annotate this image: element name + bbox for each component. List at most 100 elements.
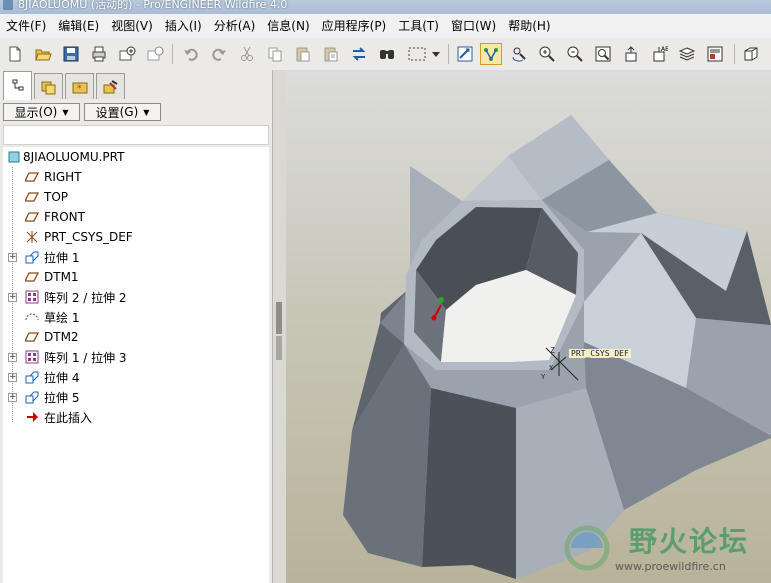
tree-item-extrude-1[interactable]: + 拉伸 1 (3, 247, 269, 267)
csys-y-label: Y (541, 373, 546, 381)
svg-text:AB: AB (661, 46, 668, 53)
favorites-tab-icon[interactable]: * (65, 73, 94, 99)
menu-help[interactable]: 帮助(H) (502, 14, 556, 38)
refit-icon[interactable] (592, 43, 614, 65)
folder-browser-tab-icon[interactable] (34, 73, 63, 99)
menu-window[interactable]: 窗口(W) (445, 14, 502, 38)
tree-item-extrude-4[interactable]: + 拉伸 4 (3, 367, 269, 387)
csys-icon (25, 230, 39, 244)
window-title: 8JIAOLUOMU (活动的) - Pro/ENGINEER Wildfire… (18, 0, 288, 11)
tree-item-insert-here[interactable]: 在此插入 (3, 407, 269, 427)
dropdown-arrow-icon[interactable] (430, 43, 442, 65)
tree-item-dtm1[interactable]: DTM1 (3, 267, 269, 287)
tree-item-right[interactable]: RIGHT (3, 167, 269, 187)
part-icon (7, 150, 21, 164)
extrude-icon (25, 370, 39, 384)
expand-icon[interactable]: + (8, 252, 17, 262)
csys-label: PRT_CSYS_DEF (569, 349, 631, 358)
paste-icon[interactable] (292, 43, 314, 65)
panel-splitter[interactable] (272, 70, 286, 583)
email-icon[interactable] (116, 43, 138, 65)
reorient-icon[interactable] (620, 43, 642, 65)
datum-display-icon[interactable] (480, 43, 502, 65)
copy-icon[interactable] (264, 43, 286, 65)
tree-item-top[interactable]: TOP (3, 187, 269, 207)
tree-item-label: PRT_CSYS_DEF (44, 230, 133, 244)
display-style-icon[interactable] (704, 43, 726, 65)
expand-icon[interactable]: + (8, 292, 17, 302)
datum-plane-icon (25, 270, 39, 284)
app-icon (3, 0, 13, 10)
print-icon[interactable] (88, 43, 110, 65)
spin-center-icon[interactable] (508, 43, 530, 65)
forum-watermark: 野火论坛 www.proewildfire.cn (561, 518, 769, 580)
tree-item-extrude-5[interactable]: + 拉伸 5 (3, 387, 269, 407)
menu-info[interactable]: 信息(N) (261, 14, 315, 38)
show-dropdown-button[interactable]: 显示 (O) ▼ (3, 103, 80, 121)
tree-item-label: 阵列 2 / 拉伸 2 (44, 290, 127, 305)
undo-icon[interactable] (180, 43, 202, 65)
settings-dropdown-button[interactable]: 设置 (G) ▼ (84, 103, 161, 121)
tree-item-label: RIGHT (44, 170, 82, 184)
save-icon[interactable] (60, 43, 82, 65)
open-icon[interactable] (32, 43, 54, 65)
navigator-tabs: * (0, 70, 272, 100)
tree-item-label: DTM2 (44, 330, 79, 344)
redo-icon[interactable] (208, 43, 230, 65)
tree-item-pattern-1[interactable]: + 阵列 1 / 拉伸 3 (3, 347, 269, 367)
tree-item-label: 8JIAOLUOMU.PRT (23, 150, 125, 164)
extrude-icon (25, 250, 39, 264)
graphics-window[interactable]: Z PRT_CSYS_DEF X Y 野火论坛 www.proewildfire… (286, 70, 771, 583)
tree-item-dtm2[interactable]: DTM2 (3, 327, 269, 347)
find-icon[interactable] (376, 43, 398, 65)
tree-item-csys[interactable]: PRT_CSYS_DEF (3, 227, 269, 247)
model-tree-view-icon[interactable] (454, 43, 476, 65)
model-tree-tab-icon[interactable] (3, 71, 32, 100)
email-link-icon[interactable] (144, 43, 166, 65)
pattern-icon (25, 290, 39, 304)
paste-special-icon[interactable] (320, 43, 342, 65)
menu-tools[interactable]: 工具(T) (392, 14, 445, 38)
tree-item-label: FRONT (44, 210, 85, 224)
model-tree: 8JIAOLUOMU.PRT RIGHT TOP FRONT PRT_CSYS_… (3, 147, 269, 583)
menu-applications[interactable]: 应用程序(P) (316, 14, 393, 38)
tree-item-part[interactable]: 8JIAOLUOMU.PRT (3, 147, 269, 167)
cut-icon[interactable] (236, 43, 258, 65)
splitter-grip[interactable] (276, 336, 282, 360)
cube-view-icon[interactable] (740, 43, 762, 65)
menu-view[interactable]: 视图(V) (105, 14, 159, 38)
tree-item-label: 拉伸 5 (44, 390, 80, 405)
splitter-grip[interactable] (276, 302, 282, 334)
chevron-down-icon: ▼ (62, 107, 69, 117)
new-icon[interactable] (4, 43, 26, 65)
menu-insert[interactable]: 插入(I) (159, 14, 208, 38)
menu-bar: 文件(F) 编辑(E) 视图(V) 插入(I) 分析(A) 信息(N) 应用程序… (0, 14, 771, 38)
chevron-down-icon: ▼ (143, 107, 150, 117)
main-toolbar: AB (0, 38, 771, 71)
tree-column-header (3, 125, 269, 145)
saved-views-icon[interactable]: AB (648, 43, 670, 65)
menu-analysis[interactable]: 分析(A) (208, 14, 262, 38)
show-key: (O) (38, 105, 58, 119)
menu-file[interactable]: 文件(F) (0, 14, 52, 38)
expand-icon[interactable]: + (8, 372, 17, 382)
tree-item-label: 拉伸 1 (44, 250, 80, 265)
insert-here-arrow-icon (25, 410, 39, 424)
menu-edit[interactable]: 编辑(E) (52, 14, 105, 38)
tree-item-front[interactable]: FRONT (3, 207, 269, 227)
watermark-title: 野火论坛 (629, 525, 750, 558)
layers-icon[interactable] (676, 43, 698, 65)
datum-plane-icon (25, 190, 39, 204)
zoom-out-icon[interactable] (564, 43, 586, 65)
tree-item-pattern-2[interactable]: + 阵列 2 / 拉伸 2 (3, 287, 269, 307)
csys-z-label: Z (550, 346, 555, 355)
expand-icon[interactable]: + (8, 392, 17, 402)
svg-text:*: * (77, 84, 82, 94)
expand-icon[interactable]: + (8, 352, 17, 362)
regenerate-icon[interactable] (348, 43, 370, 65)
sketch-icon (25, 310, 39, 324)
select-box-icon[interactable] (404, 43, 430, 65)
tree-item-sketch-1[interactable]: 草绘 1 (3, 307, 269, 327)
zoom-in-icon[interactable] (536, 43, 558, 65)
connections-tab-icon[interactable] (96, 73, 125, 99)
